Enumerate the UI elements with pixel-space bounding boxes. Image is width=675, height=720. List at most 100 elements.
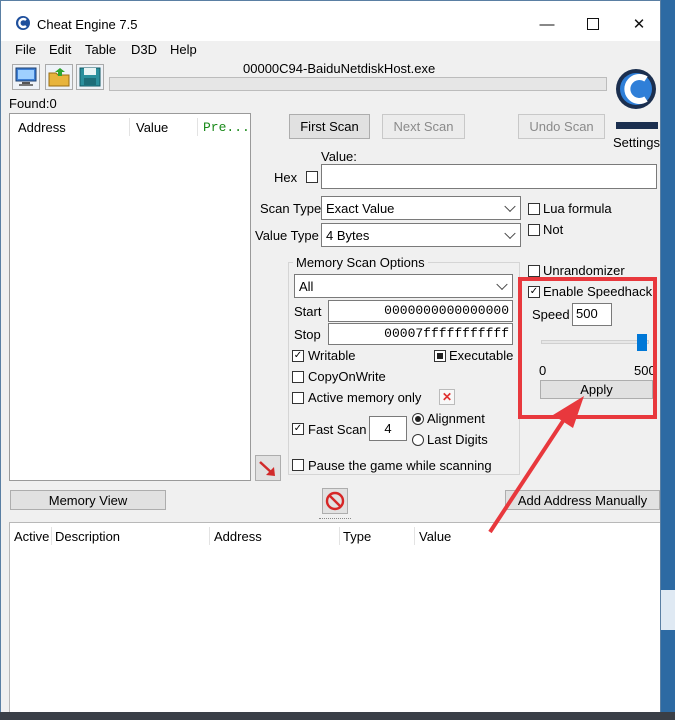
copy-on-write-checkbox[interactable] — [292, 371, 304, 383]
app-logo-icon — [16, 16, 30, 30]
close-icon: ✕ — [632, 16, 646, 33]
menu-help[interactable]: Help — [170, 42, 197, 57]
active-memory-only-checkbox[interactable] — [292, 392, 304, 404]
add-address-manually-button[interactable]: Add Address Manually — [505, 490, 660, 510]
menu-file[interactable]: File — [15, 42, 36, 57]
check-icon: ✓ — [293, 423, 303, 434]
column-divider — [129, 118, 130, 136]
column-active[interactable]: Active — [14, 529, 49, 544]
close-button[interactable]: ✕ — [616, 9, 660, 39]
unrandomizer-checkbox[interactable] — [528, 265, 540, 277]
lua-formula-checkbox[interactable] — [528, 203, 540, 215]
title-bar[interactable]: Cheat Engine 7.5 — ✕ — [1, 1, 660, 41]
column-divider — [414, 527, 415, 545]
column-divider — [209, 527, 210, 545]
fast-scan-input[interactable]: 4 — [369, 416, 407, 441]
menu-edit[interactable]: Edit — [49, 42, 71, 57]
start-label: Start — [294, 304, 322, 319]
highlight-box — [518, 277, 657, 419]
column-description[interactable]: Description — [55, 529, 120, 544]
value-label: Value: — [321, 149, 357, 164]
executable-checkbox[interactable] — [434, 350, 446, 362]
pause-game-label: Pause the game while scanning — [308, 458, 492, 473]
menu-d3d[interactable]: D3D — [131, 42, 157, 57]
found-address-list[interactable]: Address Value Pre... — [9, 113, 251, 481]
column-divider — [339, 527, 340, 545]
value-type-value: 4 Bytes — [326, 227, 370, 243]
scan-type-value: Exact Value — [326, 200, 395, 216]
open-file-button[interactable] — [45, 64, 73, 90]
chevron-down-icon — [504, 227, 516, 240]
scan-progress-bar — [109, 77, 607, 91]
fast-scan-label: Fast Scan — [308, 422, 367, 437]
first-scan-button[interactable]: First Scan — [289, 114, 370, 139]
maximize-icon — [587, 18, 599, 30]
column-address[interactable]: Address — [214, 529, 262, 544]
unrandomizer-label: Unrandomizer — [543, 263, 625, 278]
next-scan-button[interactable]: Next Scan — [382, 114, 465, 139]
last-digits-radio[interactable] — [412, 434, 424, 446]
column-divider — [197, 118, 198, 136]
column-value[interactable]: Value — [419, 529, 451, 544]
active-memory-only-label: Active memory only — [308, 390, 422, 405]
cheat-engine-logo-icon[interactable] — [611, 61, 661, 131]
stop-scan-button[interactable] — [322, 488, 348, 514]
no-entry-icon — [325, 491, 345, 511]
radio-dot — [415, 416, 421, 422]
folder-open-icon — [48, 68, 70, 87]
not-checkbox[interactable] — [528, 224, 540, 236]
indeterminate-icon — [437, 353, 443, 359]
undo-scan-button[interactable]: Undo Scan — [518, 114, 605, 139]
copy-on-write-label: CopyOnWrite — [308, 369, 386, 384]
alignment-radio[interactable] — [412, 413, 424, 425]
stop-address-input[interactable]: 00007fffffffffff — [328, 323, 513, 345]
found-count: Found:0 — [9, 96, 57, 111]
pause-game-checkbox[interactable] — [292, 459, 304, 471]
maximize-button[interactable] — [570, 9, 616, 39]
column-divider — [51, 527, 52, 545]
not-label: Not — [543, 222, 564, 237]
memory-scan-options-title: Memory Scan Options — [293, 255, 428, 270]
executable-label: Executable — [449, 348, 514, 363]
memory-region-value: All — [299, 278, 314, 294]
process-name: 00000C94-BaiduNetdiskHost.exe — [243, 61, 436, 76]
value-type-label: Value Type — [255, 228, 319, 243]
column-value[interactable]: Value — [136, 120, 168, 135]
column-type[interactable]: Type — [343, 529, 371, 544]
desktop-window-fragment — [661, 590, 675, 630]
cheat-table-list[interactable]: Active Description Address Type Value — [9, 522, 660, 719]
scan-type-select[interactable]: Exact Value — [321, 196, 521, 220]
menu-table[interactable]: Table — [85, 42, 116, 57]
add-selected-to-list-button[interactable] — [255, 455, 281, 481]
settings-link[interactable]: Settings — [613, 135, 660, 150]
column-address[interactable]: Address — [18, 120, 66, 135]
alignment-label: Alignment — [427, 411, 485, 426]
value-type-select[interactable]: 4 Bytes — [321, 223, 521, 247]
cheat-engine-window: Cheat Engine 7.5 — ✕ File Edit Table D3D… — [0, 0, 661, 720]
window-title: Cheat Engine 7.5 — [37, 17, 138, 32]
start-address-input[interactable]: 0000000000000000 — [328, 300, 513, 322]
open-process-button[interactable] — [12, 64, 40, 90]
writable-checkbox[interactable]: ✓ — [292, 350, 304, 362]
column-previous[interactable]: Pre... — [203, 120, 250, 135]
scan-type-label: Scan Type — [260, 201, 322, 216]
check-icon: ✓ — [293, 350, 303, 361]
chevron-down-icon — [496, 278, 508, 291]
minimize-icon: — — [539, 15, 555, 33]
arrow-down-right-icon — [259, 461, 275, 476]
clear-icon[interactable]: ✕ — [439, 389, 455, 405]
value-input[interactable] — [321, 164, 657, 189]
writable-label: Writable — [308, 348, 356, 363]
minimize-button[interactable]: — — [524, 9, 570, 39]
fast-scan-checkbox[interactable]: ✓ — [292, 423, 304, 435]
hex-label: Hex — [274, 170, 298, 185]
memory-view-button[interactable]: Memory View — [10, 490, 166, 510]
stop-label: Stop — [294, 327, 321, 342]
lua-formula-label: Lua formula — [543, 201, 612, 216]
hex-checkbox[interactable] — [306, 171, 318, 183]
last-digits-label: Last Digits — [427, 432, 488, 447]
memory-region-select[interactable]: All — [294, 274, 513, 298]
chevron-down-icon — [504, 200, 516, 213]
save-button[interactable] — [76, 64, 104, 90]
computer-monitor-icon — [15, 67, 37, 86]
